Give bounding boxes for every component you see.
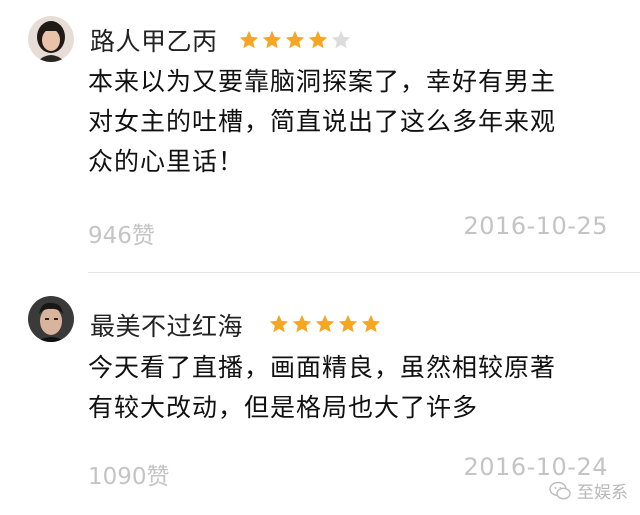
avatar[interactable] (28, 296, 74, 342)
review-text-line: 有较大改动，但是格局也大了许多 (88, 393, 479, 422)
review-text: 本来以为又要靠脑洞探案了，幸好有男主 对女主的吐槽，简直说出了这么多年来观 众的… (88, 62, 628, 182)
star-filled-icon (262, 30, 282, 49)
username[interactable]: 路人甲乙丙 (90, 22, 218, 58)
star-filled-icon (308, 30, 328, 49)
username[interactable]: 最美不过红海 (90, 307, 243, 343)
review-item: 路人甲乙丙 本来以为又要靠脑洞探案了，幸好有男主 对女主的吐槽，简直说出了这么多… (0, 0, 640, 270)
review-text: 今天看了直播，画面精良，虽然相较原著 有较大改动，但是格局也大了许多 (88, 348, 628, 428)
review-date: 2016-10-24 (463, 453, 608, 481)
watermark-text: 至娱系 (577, 483, 628, 503)
wechat-icon (549, 481, 571, 499)
star-filled-icon (315, 314, 335, 333)
star-rating (238, 29, 352, 51)
star-rating (268, 313, 382, 335)
review-date: 2016-10-25 (463, 212, 608, 240)
review-text-line: 众的心里话！ (88, 147, 245, 176)
avatar[interactable] (28, 16, 74, 62)
star-filled-icon (361, 314, 381, 333)
star-filled-icon (292, 314, 312, 333)
review-text-line: 本来以为又要靠脑洞探案了，幸好有男主 (88, 67, 557, 96)
star-filled-icon (269, 314, 289, 333)
review-item: 最美不过红海 今天看了直播，画面精良，虽然相较原著 有较大改动，但是格局也大了许… (0, 273, 640, 515)
star-filled-icon (285, 30, 305, 49)
star-filled-icon (239, 30, 259, 49)
review-text-line: 对女主的吐槽，简直说出了这么多年来观 (88, 107, 557, 136)
star-empty-icon (331, 30, 351, 49)
like-count[interactable]: 946赞 (88, 216, 155, 250)
review-text-line: 今天看了直播，画面精良，虽然相较原著 (88, 353, 557, 382)
like-count[interactable]: 1090赞 (88, 457, 170, 491)
star-filled-icon (338, 314, 358, 333)
watermark: 至娱系 (549, 478, 628, 503)
